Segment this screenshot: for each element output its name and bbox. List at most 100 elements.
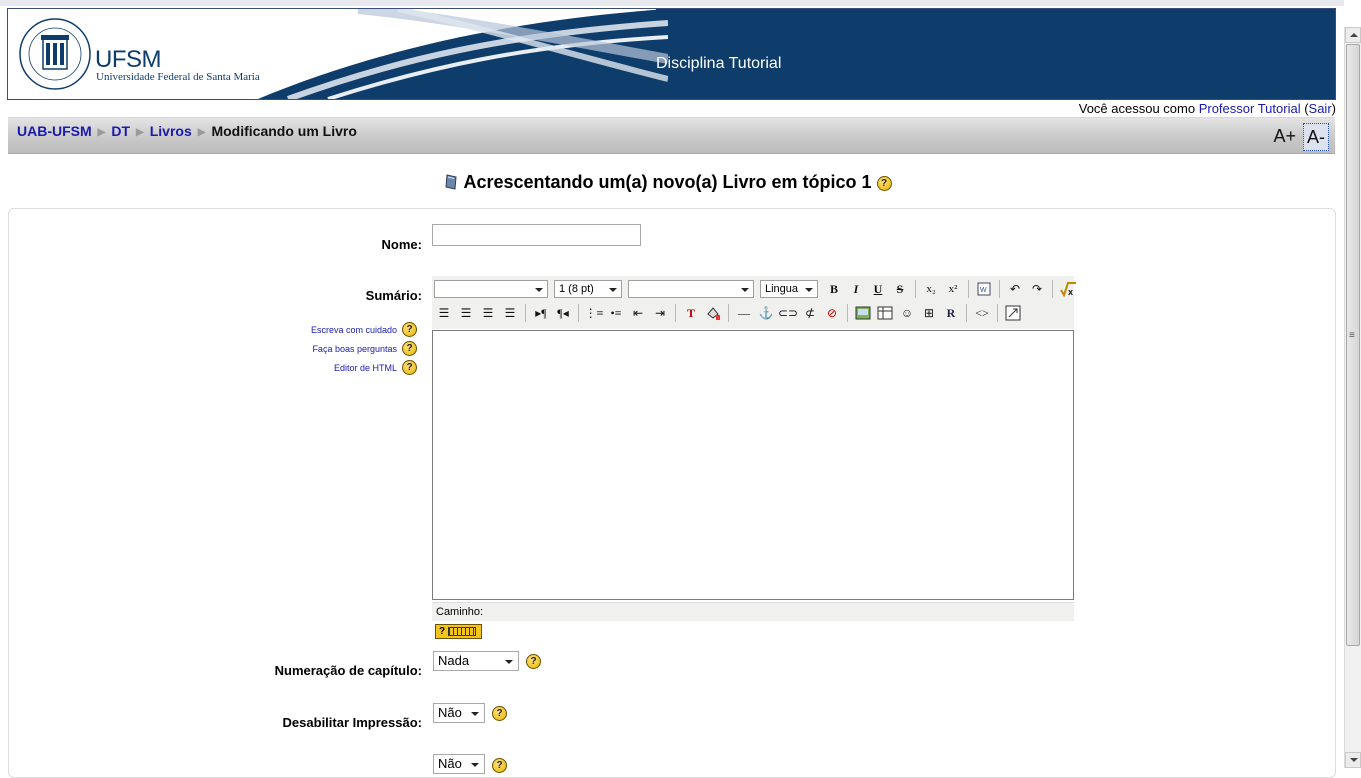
redo-icon[interactable]: ↷: [1027, 279, 1047, 299]
unordered-list-icon[interactable]: •≡: [606, 303, 626, 323]
login-info: Você acessou como Professor Tutorial (Sa…: [1079, 101, 1336, 116]
vertical-scrollbar[interactable]: [1344, 27, 1361, 768]
university-short-name: UFSM: [95, 46, 162, 73]
help-icon[interactable]: ?: [526, 654, 541, 669]
help-link-text[interactable]: Escreva com cuidado: [311, 325, 397, 335]
italic-icon[interactable]: I: [846, 279, 866, 299]
breadcrumb-module[interactable]: Livros: [150, 123, 192, 139]
desabilitar-label: Desabilitar Impressão:: [282, 715, 422, 730]
insert-table-icon[interactable]: [875, 303, 895, 323]
html-editor: 1 (8 pt) Lingua B I U S x₂ x² W ↶ ↷ x ☰ …: [432, 276, 1076, 621]
breadcrumb-course[interactable]: DT: [111, 123, 130, 139]
help-link-good-questions[interactable]: Faça boas perguntas?: [311, 339, 417, 358]
horizontal-rule-icon[interactable]: —: [734, 303, 754, 323]
font-decrease-button[interactable]: A-: [1303, 123, 1329, 151]
help-icon[interactable]: ?: [402, 360, 417, 375]
svg-text:x: x: [1068, 287, 1073, 297]
login-close-paren: ): [1331, 101, 1336, 116]
anchor-icon[interactable]: ⚓: [756, 303, 776, 323]
toolbar-divider: [999, 280, 1000, 298]
align-center-icon[interactable]: ☰: [456, 303, 476, 323]
banner-swoosh-graphic: [258, 9, 668, 99]
scroll-down-arrow-icon[interactable]: [1345, 752, 1361, 768]
ordered-list-icon[interactable]: ⋮≡: [584, 303, 604, 323]
page-title: Acrescentando um(a) novo(a) Livro em tóp…: [0, 172, 1336, 193]
toolbar-divider: [847, 304, 848, 322]
course-title: Disciplina Tutorial: [656, 55, 782, 72]
breadcrumb-current: Modificando um Livro: [211, 123, 357, 139]
toolbar-divider: [915, 280, 916, 298]
editor-path-bar: Caminho:: [432, 602, 1074, 621]
nome-input[interactable]: [432, 224, 641, 246]
user-profile-link[interactable]: Professor Tutorial: [1199, 101, 1301, 116]
help-link-html-editor[interactable]: Editor de HTML?: [311, 358, 417, 377]
font-increase-button[interactable]: A+: [1270, 123, 1299, 151]
outdent-icon[interactable]: ⇤: [628, 303, 648, 323]
help-icon[interactable]: ?: [492, 706, 507, 721]
keyboard-help-icon[interactable]: ?: [435, 624, 482, 639]
numeracao-select[interactable]: Nada: [433, 651, 519, 671]
university-full-name: Universidade Federal de Santa Maria: [96, 71, 260, 83]
login-prefix: Você acessou como: [1078, 101, 1199, 116]
unlink-icon[interactable]: ⊄: [800, 303, 820, 323]
path-label: Caminho:: [436, 606, 484, 618]
breadcrumb-site[interactable]: UAB-UFSM: [17, 123, 92, 139]
help-icon[interactable]: ?: [402, 322, 417, 337]
ufsm-seal-logo: [19, 18, 91, 90]
text-color-icon[interactable]: T: [681, 303, 701, 323]
editor-help-links: Escreva com cuidado? Faça boas perguntas…: [311, 320, 417, 377]
font-size-select[interactable]: 1 (8 pt): [554, 280, 622, 298]
align-left-icon[interactable]: ☰: [434, 303, 454, 323]
book-icon: [445, 174, 457, 190]
desabilitar-select[interactable]: Não: [433, 703, 485, 723]
sumario-label: Sumário:: [365, 288, 422, 303]
scroll-up-arrow-icon[interactable]: [1345, 27, 1361, 43]
search-replace-icon[interactable]: R: [941, 303, 961, 323]
numeracao-label: Numeração de capítulo:: [274, 663, 422, 678]
font-family-select[interactable]: [434, 280, 548, 298]
help-icon[interactable]: ?: [876, 175, 892, 191]
toolbar-divider: [578, 304, 579, 322]
toolbar-divider: [997, 304, 998, 322]
help-link-text[interactable]: Faça boas perguntas: [312, 344, 397, 354]
bold-icon[interactable]: B: [824, 279, 844, 299]
nome-label: Nome:: [381, 237, 422, 252]
editor-content-area[interactable]: [432, 330, 1074, 600]
page-heading-text: Acrescentando um(a) novo(a) Livro em tóp…: [463, 172, 872, 192]
insert-smiley-icon[interactable]: ☺: [897, 303, 917, 323]
third-option-select[interactable]: Não: [433, 754, 485, 774]
site-banner: UFSM Universidade Federal de Santa Maria…: [7, 8, 1336, 100]
scrollbar-thumb[interactable]: [1346, 44, 1360, 646]
toolbar-divider: [966, 304, 967, 322]
insert-image-icon[interactable]: [853, 303, 873, 323]
help-icon[interactable]: ?: [492, 758, 507, 773]
help-link-text[interactable]: Editor de HTML: [334, 363, 397, 373]
insert-link-icon[interactable]: ⊂⊃: [778, 303, 798, 323]
undo-icon[interactable]: ↶: [1005, 279, 1025, 299]
html-source-icon[interactable]: <>: [972, 303, 992, 323]
align-justify-icon[interactable]: ☰: [500, 303, 520, 323]
logout-link[interactable]: Sair: [1309, 101, 1332, 116]
subscript-icon[interactable]: x₂: [921, 279, 941, 299]
underline-icon[interactable]: U: [868, 279, 888, 299]
editor-toolbar: 1 (8 pt) Lingua B I U S x₂ x² W ↶ ↷ x ☰ …: [432, 276, 1076, 329]
strikethrough-icon[interactable]: S: [890, 279, 910, 299]
toolbar-row-2: ☰ ☰ ☰ ☰ ▸¶ ¶◂ ⋮≡ •≡ ⇤ ⇥ T — ⚓ ⊂⊃ ⊄ ⊘ ☺ ⊞: [434, 302, 1023, 324]
breadcrumb-bar: UAB-UFSM ▶ DT ▶ Livros ▶ Modificando um Livro …: [8, 117, 1335, 154]
help-link-write-carefully[interactable]: Escreva com cuidado?: [311, 320, 417, 339]
insert-special-char-icon[interactable]: ⊞: [919, 303, 939, 323]
fullscreen-icon[interactable]: [1003, 303, 1023, 323]
help-icon[interactable]: ?: [402, 341, 417, 356]
language-select[interactable]: Lingua: [760, 280, 818, 298]
equation-editor-icon[interactable]: x: [1058, 279, 1078, 299]
prevent-autolink-icon[interactable]: ⊘: [822, 303, 842, 323]
align-right-icon[interactable]: ☰: [478, 303, 498, 323]
ltr-direction-icon[interactable]: ▸¶: [531, 303, 551, 323]
paragraph-format-select[interactable]: [628, 280, 754, 298]
rtl-direction-icon[interactable]: ¶◂: [553, 303, 573, 323]
superscript-icon[interactable]: x²: [943, 279, 963, 299]
breadcrumb-separator-icon: ▶: [136, 127, 144, 138]
paste-from-word-icon[interactable]: W: [974, 279, 994, 299]
background-color-icon[interactable]: [703, 303, 723, 323]
indent-icon[interactable]: ⇥: [650, 303, 670, 323]
